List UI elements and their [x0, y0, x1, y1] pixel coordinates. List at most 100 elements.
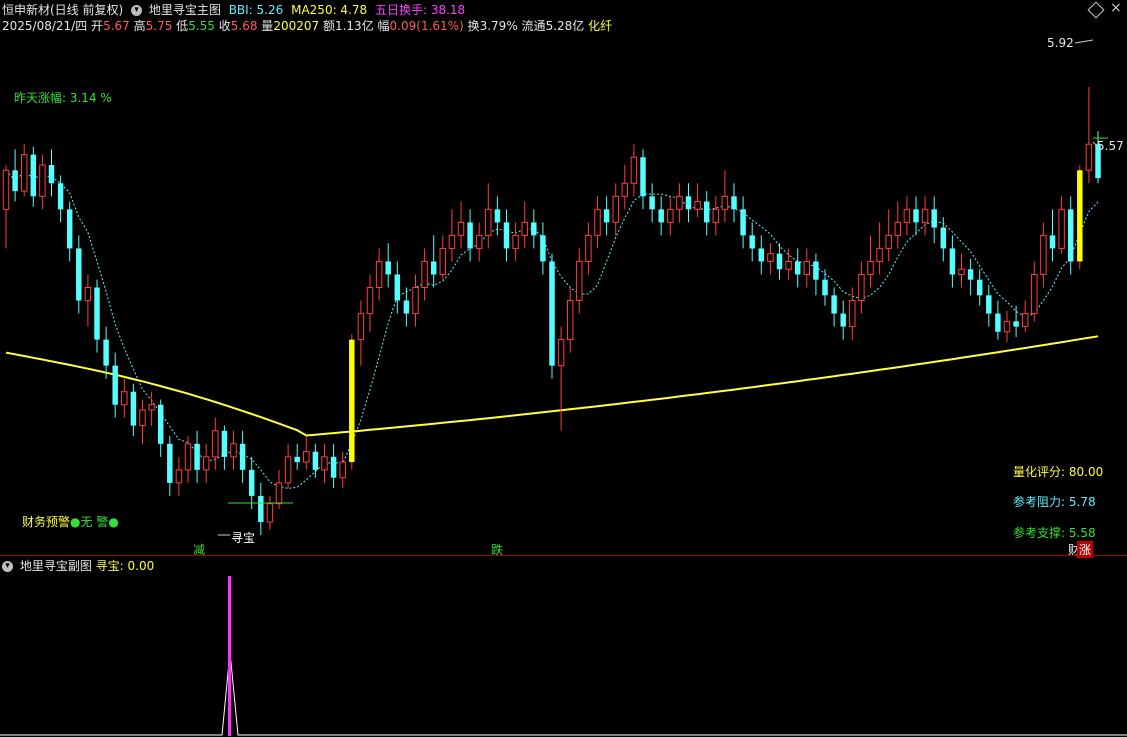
- candle-body: [139, 409, 146, 427]
- candle-body: [421, 260, 428, 288]
- candle-body: [375, 260, 383, 288]
- candle-body: [1013, 321, 1019, 327]
- candle-body: [849, 300, 856, 328]
- candle-body: [339, 461, 346, 479]
- candle-body: [557, 339, 565, 367]
- candle-body: [840, 313, 846, 327]
- warning-dot-icon: ●: [70, 515, 81, 529]
- candle-body: [66, 209, 73, 249]
- candle-body: [894, 221, 902, 236]
- candle-body: [831, 295, 837, 314]
- score-label: 量化评分: 80.00: [1013, 465, 1104, 479]
- candle-body: [731, 196, 737, 210]
- candle-body: [494, 209, 501, 223]
- candle-body: [676, 195, 683, 210]
- candle-body: [294, 456, 300, 463]
- candle-body: [876, 247, 883, 262]
- candle-body: [549, 261, 555, 366]
- candle-body: [986, 295, 992, 314]
- candle-body: [758, 248, 765, 262]
- candle-body: [1077, 170, 1083, 262]
- candle-body: [221, 430, 228, 457]
- candle-body: [148, 404, 155, 411]
- candle-body: [721, 195, 729, 210]
- candle-body: [531, 222, 537, 236]
- high-price-label: 5.92: [1047, 36, 1074, 50]
- candle-body: [475, 234, 483, 249]
- candle-body: [321, 456, 328, 471]
- candle-body: [357, 313, 365, 341]
- candle-body: [594, 208, 601, 236]
- candle-body: [867, 260, 874, 275]
- candle-body: [202, 456, 210, 471]
- candle-body: [330, 456, 337, 478]
- candle-body: [1085, 143, 1093, 171]
- candle-body: [467, 222, 473, 249]
- candle-body: [1021, 313, 1029, 328]
- candle-body: [767, 253, 774, 262]
- candle-body: [303, 451, 310, 463]
- candle-body: [612, 195, 619, 223]
- candle-body: [57, 183, 64, 210]
- candles: [2, 86, 1101, 535]
- candle-body: [940, 227, 947, 249]
- candle-body: [2, 169, 10, 210]
- candle-body: [885, 234, 892, 249]
- warning-dot-icon: ●: [108, 515, 119, 529]
- candle-body: [12, 170, 18, 192]
- candle-body: [621, 182, 629, 197]
- candle-body: [785, 260, 792, 270]
- candle-body: [776, 253, 783, 270]
- candle-body: [157, 404, 164, 444]
- candle-body: [112, 365, 118, 405]
- candle-body: [967, 269, 974, 280]
- high-arrow-line: [1074, 39, 1094, 44]
- candle-body: [576, 260, 583, 302]
- candle-body: [540, 235, 546, 262]
- candle-body: [1031, 273, 1038, 315]
- candle-body: [913, 209, 919, 223]
- candle-body: [740, 209, 746, 236]
- finance-warning-text: 财务预警: [22, 515, 71, 529]
- candle-body: [230, 443, 237, 458]
- candle-body: [194, 443, 200, 470]
- candle-body: [503, 222, 510, 249]
- candle-body: [239, 443, 246, 470]
- candle-body: [694, 201, 701, 210]
- candle-body: [84, 287, 92, 302]
- sub-indicator-chart[interactable]: [0, 556, 1127, 737]
- candle-body: [103, 339, 109, 366]
- candle-body: [512, 234, 519, 249]
- candle-body: [640, 157, 646, 197]
- candle-body: [312, 451, 319, 470]
- candle-body: [858, 273, 865, 302]
- candle-body: [258, 495, 264, 522]
- candle-body: [685, 196, 692, 210]
- candle-body: [48, 165, 55, 184]
- candle-body: [212, 430, 219, 458]
- candle-body: [749, 235, 755, 249]
- candle-body: [394, 274, 401, 301]
- candle-body: [366, 287, 374, 315]
- candle-body: [448, 234, 456, 249]
- candle-body: [931, 209, 937, 228]
- candle-body: [995, 313, 1001, 332]
- candle-body: [794, 261, 801, 275]
- candle-body: [275, 482, 283, 505]
- candle-body: [76, 248, 82, 301]
- candle-body: [385, 261, 391, 275]
- candle-body: [1067, 209, 1074, 262]
- candle-body: [703, 201, 710, 223]
- candle-body: [958, 268, 965, 275]
- last-price-label: 5.57: [1097, 139, 1124, 153]
- no-warning-text: 无 警: [80, 515, 109, 529]
- candle-body: [566, 300, 574, 341]
- candle-body: [903, 208, 911, 223]
- candle-body: [667, 208, 674, 223]
- candle-body: [130, 391, 137, 426]
- xunbao-curve: [0, 651, 1127, 736]
- candle-body: [658, 209, 664, 223]
- main-candlestick-chart[interactable]: [0, 0, 1127, 555]
- candle-body: [603, 209, 610, 223]
- candle-body: [803, 260, 811, 275]
